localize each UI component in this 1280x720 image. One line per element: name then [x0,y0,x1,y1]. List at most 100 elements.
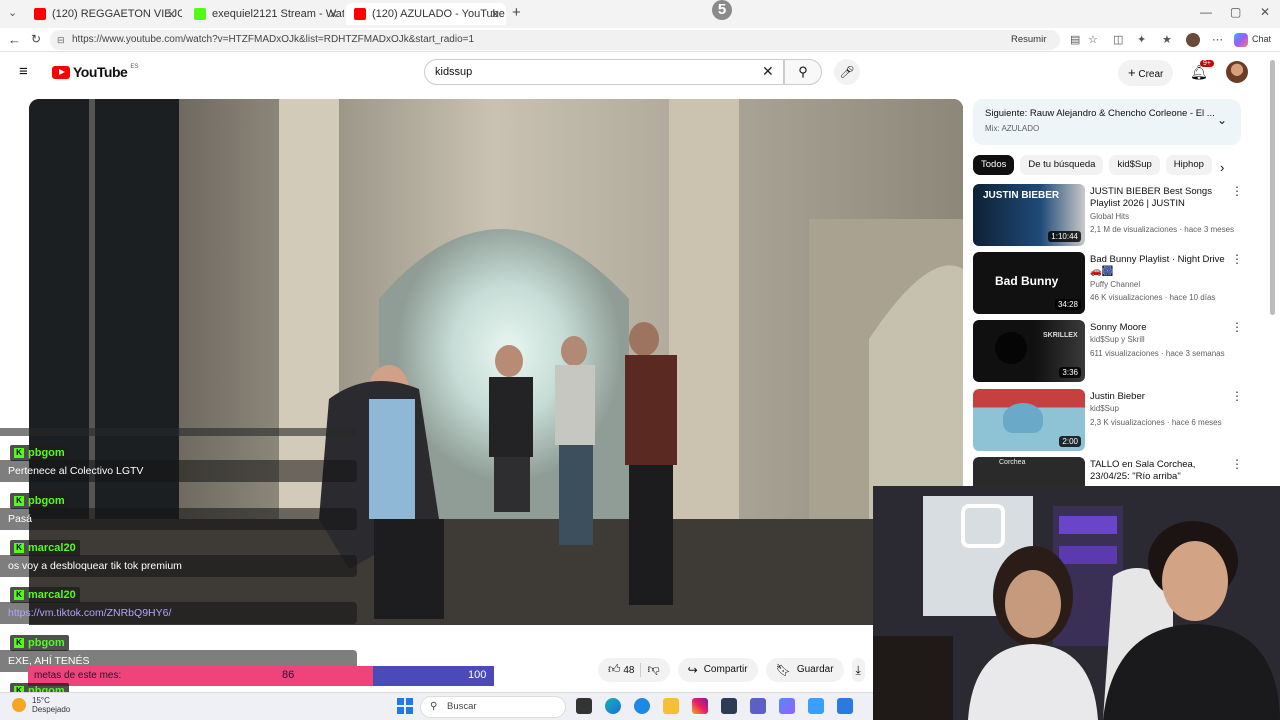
recommendation-channel: kid$Sup [1090,404,1119,413]
minimize-button[interactable]: — [1200,5,1212,19]
recommendation-item[interactable]: JUSTIN BIEBER 1:10:44 JUSTIN BIEBER Best… [973,184,1248,246]
back-arrow-icon[interactable]: ← [8,32,21,47]
settings-gear-icon[interactable] [634,698,650,714]
youtube-play-logo-icon [52,65,70,79]
more-options-icon[interactable]: ⋮ [1231,320,1243,334]
chat-username: pbgom [28,447,65,459]
close-tab-icon[interactable]: ✕ [329,8,338,21]
recommendation-item[interactable]: 2:00 Justin Bieber kid$Sup 2,3 K visuali… [973,389,1248,451]
more-menu-icon[interactable]: ⋯ [1212,33,1223,46]
video-thumbnail: JUSTIN BIEBER 1:10:44 [973,184,1085,246]
recommendation-channel: Puffy Channel [1090,280,1141,289]
page-scrollbar-thumb[interactable] [1270,60,1275,315]
edge-browser-icon[interactable] [605,698,621,714]
app-icon[interactable] [721,698,737,714]
like-button[interactable]: 👍︎ 48 [608,657,634,683]
video-thumbnail: SKRILLEX 3:36 [973,320,1085,382]
browser-tab-3-active[interactable]: (120) AZULADO - YouTube ✕ [346,3,506,25]
word-icon[interactable] [837,698,853,714]
maximize-button[interactable]: ▢ [1230,5,1241,19]
chat-message: os voy a desbloquear tik tok premium [0,555,357,577]
chips-next-chevron-icon[interactable]: › [1220,160,1224,175]
share-label: Compartir [703,664,748,675]
site-info-icon[interactable]: ⊟ [57,30,65,50]
refresh-icon[interactable]: ↻ [31,32,41,46]
windows-start-button[interactable] [397,698,413,714]
reading-view-icon[interactable]: ▤ [1070,33,1080,46]
more-options-icon[interactable]: ⋮ [1231,184,1243,198]
chip-kidssup[interactable]: kid$Sup [1109,155,1160,175]
file-explorer-icon[interactable] [663,698,679,714]
duration-badge: 34:28 [1054,299,1081,310]
split-screen-icon[interactable]: ◫ [1113,33,1123,46]
recommendation-meta: 2,1 M de visualizaciones · hace 3 meses [1090,225,1235,234]
instagram-icon[interactable] [692,698,708,714]
goal-target-value: 100 [468,669,487,681]
youtube-logo[interactable]: YouTube ES [52,64,138,80]
goal-label: metas de este mes: [34,670,122,681]
goal-current-value: 86 [282,669,295,681]
recommendation-item[interactable]: SKRILLEX 3:36 Sonny Moore kid$Sup y Skri… [973,320,1248,382]
recommendation-item[interactable]: Bad Bunny 34:28 Bad Bunny Playlist · Nig… [973,252,1248,314]
voice-search-button[interactable]: 🎤︎ [834,59,860,85]
weather-widget[interactable]: 15°C Despejado [12,696,70,714]
favorite-star-icon[interactable]: ☆ [1088,33,1098,46]
extensions-icon[interactable]: ✦ [1137,33,1146,46]
recommendation-title: Justin Bieber [1090,391,1145,402]
search-button[interactable]: ⚲ [784,59,822,85]
favorites-icon[interactable]: ★ [1162,33,1172,46]
more-options-icon[interactable]: ⋮ [1231,457,1243,471]
thumbnail-text: Bad Bunny [995,274,1059,288]
task-view-icon[interactable] [576,698,592,714]
chip-hiphop[interactable]: Hiphop [1165,155,1212,175]
expand-chevron-icon[interactable]: ⌄ [1217,113,1227,127]
dislike-button[interactable]: 👎︎ [647,657,659,683]
copilot-app-icon[interactable] [779,698,795,714]
kick-logo-icon: K [14,638,24,648]
teams-icon[interactable] [750,698,766,714]
create-button[interactable]: + Crear [1118,60,1174,86]
chat-username-badge: K marcal20 [10,540,80,556]
chat-message: Pasá [0,508,357,530]
recommendation-item[interactable]: Corchea TALLO en Sala Corchea, 23/04/25:… [973,457,1248,487]
thumbnail-text: Corchea [999,459,1026,466]
divider [640,663,642,677]
kick-logo-icon: K [14,590,24,600]
copilot-icon[interactable] [1234,33,1248,47]
recommendation-channel: kid$Sup y Skrill [1090,335,1145,344]
masked-figure-shape [995,332,1027,364]
chip-todos[interactable]: Todos [973,155,1015,175]
more-options-icon[interactable]: ⋮ [1231,389,1243,403]
new-tab-button[interactable]: + [512,4,521,21]
close-window-button[interactable]: ✕ [1260,5,1270,19]
close-tab-icon[interactable]: ✕ [491,8,500,21]
share-button[interactable]: ↪ Compartir [677,658,758,682]
recommendation-meta: 46 K visualizaciones · hace 10 días [1090,293,1216,302]
more-options-icon[interactable]: ⋮ [1231,252,1243,266]
chat-link-message[interactable]: https://vm.tiktok.com/ZNRbQ9HY6/ [0,602,357,624]
up-next-title: Siguiente: Rauw Alejandro & Chencho Corl… [985,108,1215,119]
notifications-badge: 9+ [1200,60,1214,67]
browser-tab-1[interactable]: (120) REGGAETON VIEJO Old Scho ✕ [26,3,182,25]
taskbar-search-box[interactable]: ⚲ Buscar [420,696,566,718]
profile-avatar-icon[interactable] [1186,33,1200,47]
tab-list-chevron-icon[interactable]: ⌄ [8,6,17,19]
chat-label[interactable]: Chat [1252,34,1271,44]
save-button[interactable]: 🔖︎ Guardar [765,658,844,682]
search-icon: ⚲ [430,701,438,712]
url-field[interactable]: ⊟ https://www.youtube.com/watch?v=HTZFMA… [50,30,1060,50]
account-avatar[interactable] [1226,61,1248,83]
clear-search-icon[interactable]: ✕ [762,63,774,80]
hamburger-menu-icon[interactable]: ≡ [19,63,28,80]
app-icon[interactable] [808,698,824,714]
up-next-card[interactable]: Siguiente: Rauw Alejandro & Chencho Corl… [973,99,1241,145]
download-button[interactable]: ⤓ [851,658,865,682]
browser-tab-2[interactable]: exequiel2121 Stream - Watch Live ✕ [186,3,344,25]
logo-region: ES [130,64,139,70]
video-player[interactable] [29,99,963,625]
close-tab-icon[interactable]: ✕ [167,8,176,21]
chip-de-tu-busqueda[interactable]: De tu búsqueda [1020,155,1104,175]
search-input[interactable]: kidssup [424,59,784,85]
chat-overlay-top-bar [0,428,357,436]
resume-button[interactable]: Resumir [1011,34,1046,45]
